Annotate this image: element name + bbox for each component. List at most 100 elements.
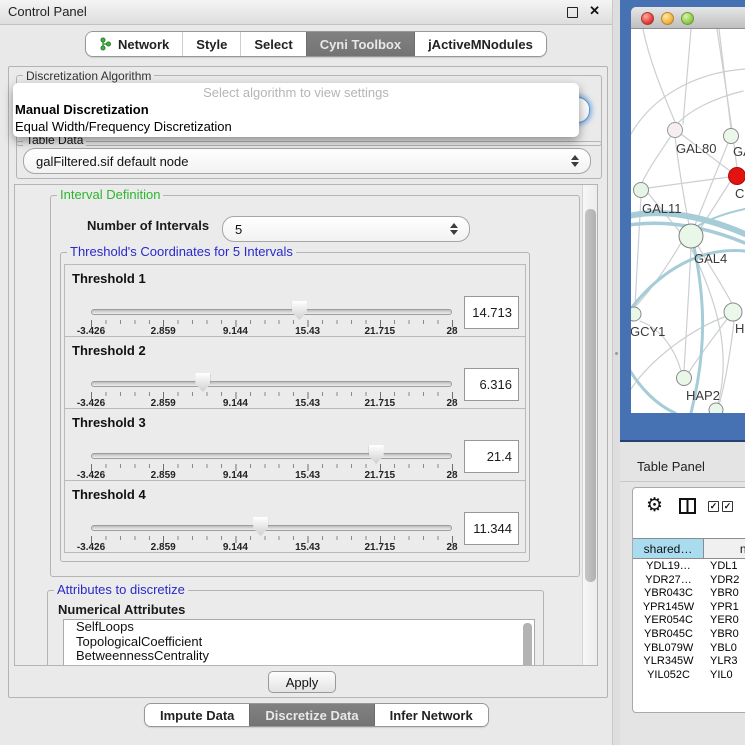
panel-scrollbar-track[interactable] bbox=[582, 185, 597, 665]
cell-name[interactable]: YLR3 bbox=[704, 655, 745, 669]
table-data-combobox[interactable]: galFiltered.sif default node bbox=[23, 148, 591, 174]
network-edge[interactable] bbox=[677, 91, 743, 124]
cell-shared-name[interactable]: YER054C bbox=[633, 614, 704, 628]
cell-shared-name[interactable]: YDR27… bbox=[633, 574, 704, 588]
slider-thumb[interactable] bbox=[369, 445, 384, 464]
cell-name[interactable]: YBR0 bbox=[704, 587, 745, 601]
cell-name[interactable]: YBL0 bbox=[704, 642, 745, 656]
column-header-name[interactable]: na bbox=[704, 539, 745, 558]
gear-icon[interactable]: ⚙ bbox=[646, 494, 663, 516]
threshold-value-field[interactable]: 6.316 bbox=[464, 368, 519, 401]
threshold-value-field[interactable]: 14.713 bbox=[464, 296, 519, 329]
network-window-titlebar[interactable] bbox=[631, 7, 745, 29]
numerical-attributes-list[interactable]: SelfLoopsTopologicalCoefficientBetweenne… bbox=[63, 619, 535, 666]
list-scrollbar[interactable] bbox=[523, 623, 532, 666]
table-row[interactable]: YER054CYER0 bbox=[633, 614, 745, 628]
network-node[interactable] bbox=[679, 224, 703, 248]
network-edge[interactable] bbox=[689, 319, 727, 372]
cell-shared-name[interactable]: YIL052C bbox=[633, 669, 704, 683]
network-edge[interactable] bbox=[642, 136, 671, 183]
tab-impute-data[interactable]: Impute Data bbox=[145, 704, 249, 726]
attribute-list-item[interactable]: TopologicalCoefficient bbox=[64, 635, 534, 650]
tab-cyni-toolbox[interactable]: Cyni Toolbox bbox=[306, 32, 414, 56]
tab-discretize-data[interactable]: Discretize Data bbox=[249, 704, 373, 726]
column-header-shared-name[interactable]: shared… bbox=[633, 539, 704, 558]
tab-select[interactable]: Select bbox=[240, 32, 305, 56]
network-edge[interactable] bbox=[648, 177, 729, 188]
zoom-traffic-light-icon[interactable] bbox=[681, 12, 694, 25]
minimize-traffic-light-icon[interactable] bbox=[661, 12, 674, 25]
tab-style[interactable]: Style bbox=[182, 32, 240, 56]
slider-track[interactable] bbox=[91, 309, 452, 315]
table-row[interactable]: YDL19…YDL1 bbox=[633, 560, 745, 574]
dropdown-item-manual-discretization[interactable]: Manual Discretization bbox=[15, 102, 149, 117]
network-edge[interactable] bbox=[683, 29, 691, 124]
network-node[interactable] bbox=[724, 303, 742, 321]
table-row[interactable]: YLR345WYLR3 bbox=[633, 655, 745, 669]
threshold-value-field[interactable]: 21.4 bbox=[464, 440, 519, 473]
network-node[interactable] bbox=[634, 183, 649, 198]
network-canvas[interactable]: GAL80GACGAL11GAL4GCY1HHAP2 bbox=[631, 29, 745, 413]
apply-button[interactable]: Apply bbox=[268, 671, 336, 693]
table-row[interactable]: YIL052CYIL0 bbox=[633, 669, 745, 683]
table-row[interactable]: YDR27…YDR2 bbox=[633, 574, 745, 588]
network-node[interactable] bbox=[729, 168, 745, 185]
table-row[interactable]: YBL079WYBL0 bbox=[633, 642, 745, 656]
network-node[interactable] bbox=[724, 129, 739, 144]
slider-thumb[interactable] bbox=[195, 373, 210, 392]
tab-infer-network[interactable]: Infer Network bbox=[374, 704, 488, 726]
cell-shared-name[interactable]: YDL19… bbox=[633, 560, 704, 574]
network-node-label: GAL80 bbox=[676, 141, 716, 156]
close-traffic-light-icon[interactable] bbox=[641, 12, 654, 25]
tab-jactivemnodules[interactable]: jActiveMNodules bbox=[414, 32, 546, 56]
slider-track[interactable] bbox=[91, 453, 452, 459]
cell-shared-name[interactable]: YLR345W bbox=[633, 655, 704, 669]
table-row[interactable]: YBR045CYBR0 bbox=[633, 628, 745, 642]
attribute-list-item[interactable]: SelfLoops bbox=[64, 620, 534, 635]
network-edge[interactable] bbox=[631, 369, 675, 413]
attribute-list-item[interactable]: BetweennessCentrality bbox=[64, 649, 534, 664]
panel-divider[interactable] bbox=[612, 0, 620, 745]
threshold-slider[interactable]: -3.4262.8599.14415.4321.71528 bbox=[91, 265, 452, 338]
threshold-slider[interactable]: -3.4262.8599.14415.4321.71528 bbox=[91, 409, 452, 482]
checkbox-icon[interactable]: ✓ bbox=[722, 501, 733, 512]
tab-network[interactable]: Network bbox=[86, 32, 182, 56]
threshold-value-field[interactable]: 11.344 bbox=[464, 512, 519, 545]
dropdown-placeholder-item[interactable]: Select algorithm to view settings bbox=[13, 85, 579, 100]
float-window-icon[interactable] bbox=[567, 7, 578, 18]
network-edge[interactable] bbox=[684, 248, 691, 371]
close-icon[interactable]: ✕ bbox=[589, 3, 600, 19]
network-graph: GAL80GACGAL11GAL4GCY1HHAP2 bbox=[631, 29, 745, 413]
table-row[interactable]: YBR043CYBR0 bbox=[633, 587, 745, 601]
cell-shared-name[interactable]: YBR043C bbox=[633, 587, 704, 601]
dropdown-item-equal-width-frequency[interactable]: Equal Width/Frequency Discretization bbox=[15, 119, 232, 134]
cell-shared-name[interactable]: YBL079W bbox=[633, 642, 704, 656]
number-of-intervals-combobox[interactable]: 5 bbox=[222, 216, 470, 242]
threshold-slider[interactable]: -3.4262.8599.14415.4321.71528 bbox=[91, 481, 452, 554]
cell-shared-name[interactable]: YBR045C bbox=[633, 628, 704, 642]
network-node[interactable] bbox=[677, 371, 692, 386]
threshold-slider[interactable]: -3.4262.8599.14415.4321.71528 bbox=[91, 337, 452, 410]
network-edge[interactable] bbox=[643, 29, 678, 129]
cell-name[interactable]: YDR2 bbox=[704, 574, 745, 588]
table-row[interactable]: YPR145WYPR1 bbox=[633, 601, 745, 615]
checkbox-icon[interactable]: ✓ bbox=[708, 501, 719, 512]
cell-shared-name[interactable]: YPR145W bbox=[633, 601, 704, 615]
slider-thumb[interactable] bbox=[292, 301, 307, 320]
network-node-label: GCY1 bbox=[631, 324, 665, 339]
cell-name[interactable]: YPR1 bbox=[704, 601, 745, 615]
attributes-group: Numerical Attributes SelfLoopsTopologica… bbox=[47, 590, 544, 666]
combo-arrows-icon bbox=[571, 155, 579, 167]
cell-name[interactable]: YIL0 bbox=[704, 669, 745, 683]
network-node[interactable] bbox=[631, 307, 641, 321]
cell-name[interactable]: YBR0 bbox=[704, 628, 745, 642]
panel-scrollbar-thumb[interactable] bbox=[585, 209, 596, 582]
cell-name[interactable]: YER0 bbox=[704, 614, 745, 628]
slider-track[interactable] bbox=[91, 525, 452, 531]
slider-track[interactable] bbox=[91, 381, 452, 387]
columns-icon[interactable] bbox=[679, 498, 696, 514]
network-node[interactable] bbox=[668, 123, 683, 138]
cell-name[interactable]: YDL1 bbox=[704, 560, 745, 574]
slider-thumb[interactable] bbox=[253, 517, 268, 536]
network-node[interactable] bbox=[709, 403, 723, 413]
